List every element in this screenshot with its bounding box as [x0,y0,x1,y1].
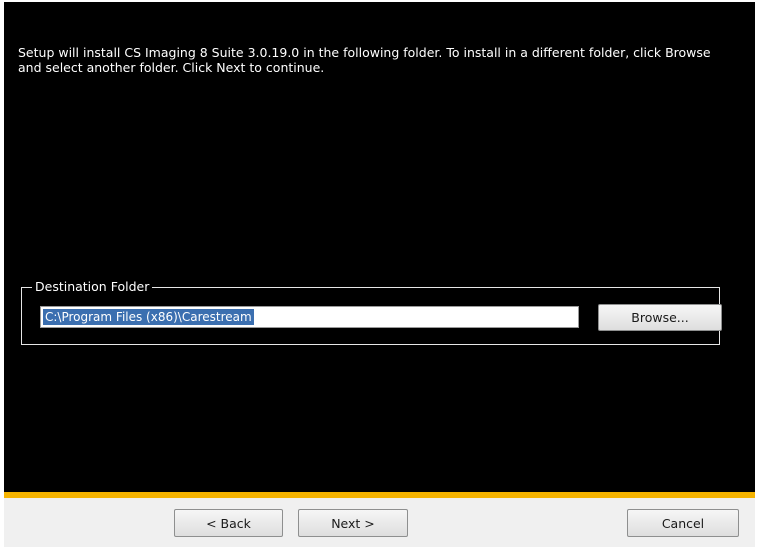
instructions-text: Setup will install CS Imaging 8 Suite 3.… [18,45,711,75]
destination-path-field[interactable]: C:\Program Files (x86)\Carestream [40,306,579,328]
back-button[interactable]: < Back [174,509,283,537]
destination-path-text: C:\Program Files (x86)\Carestream [43,309,254,325]
destination-folder-legend: Destination Folder [32,279,153,295]
install-location-panel: Setup will install CS Imaging 8 Suite 3.… [4,2,755,492]
browse-button[interactable]: Browse... [598,304,722,331]
button-bar: < Back Next > Cancel [4,498,755,547]
destination-folder-group: Destination Folder C:\Program Files (x86… [21,279,722,345]
installer-window: Setup will install CS Imaging 8 Suite 3.… [4,2,755,547]
next-button[interactable]: Next > [298,509,408,537]
cancel-button[interactable]: Cancel [627,509,739,537]
